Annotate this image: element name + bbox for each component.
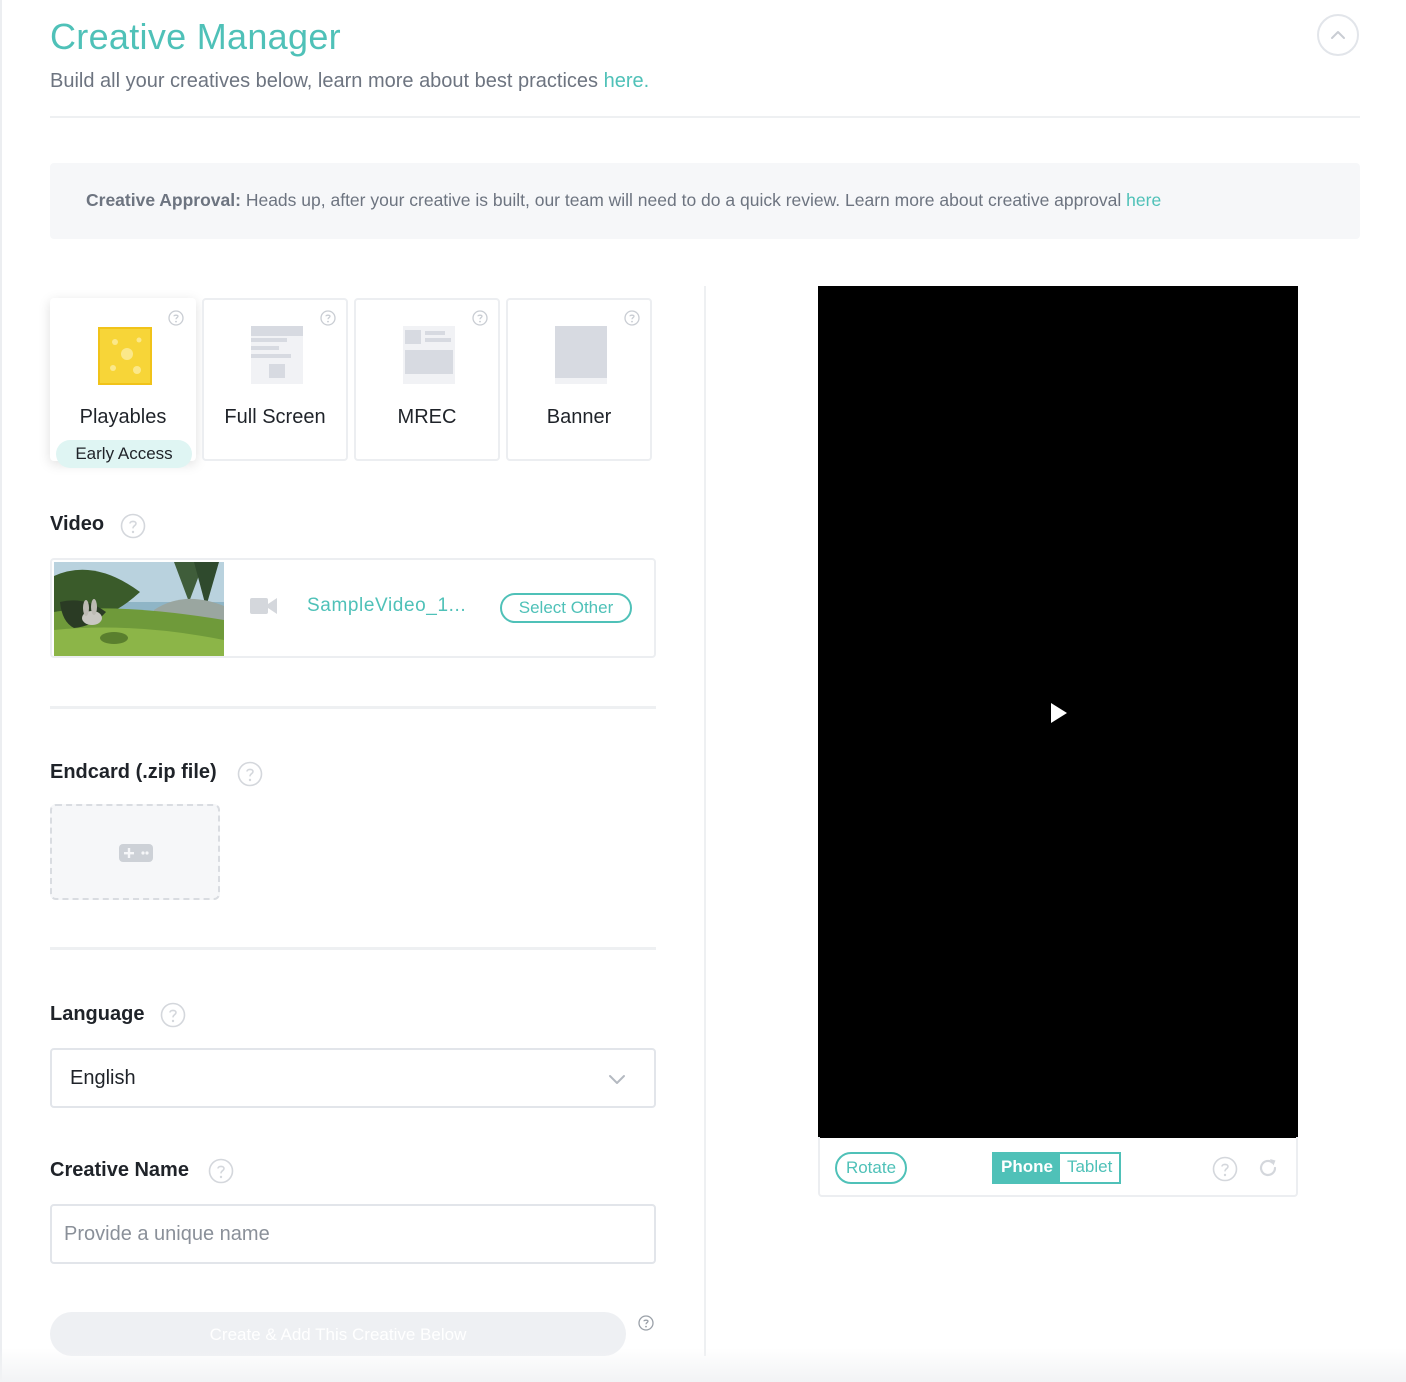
help-icon <box>168 310 184 326</box>
type-card-full-screen[interactable]: Full Screen <box>202 298 348 461</box>
notice-label: Creative Approval: <box>86 190 241 210</box>
subtitle-text: Build all your creatives below, learn mo… <box>50 70 604 92</box>
chevron-up-icon <box>1331 31 1345 39</box>
device-toggle: Phone Tablet <box>992 1152 1122 1184</box>
language-value: English <box>70 1067 136 1089</box>
help-icon <box>320 310 336 326</box>
rotate-button[interactable]: Rotate <box>835 1152 907 1184</box>
tablet-tab[interactable]: Tablet <box>1059 1154 1120 1182</box>
early-access-badge: Early Access <box>56 440 192 468</box>
full-screen-icon <box>251 326 303 384</box>
phone-tab[interactable]: Phone <box>994 1154 1060 1182</box>
creative-name-label: Creative Name <box>50 1159 189 1181</box>
chevron-down-icon <box>609 1075 625 1084</box>
refresh-icon[interactable] <box>1256 1156 1280 1180</box>
language-select[interactable]: English <box>50 1048 656 1108</box>
notice-body: Heads up, after your creative is built, … <box>240 190 1127 210</box>
banner-icon <box>555 326 607 384</box>
help-icon[interactable] <box>1212 1156 1238 1182</box>
video-camera-icon <box>250 598 277 614</box>
type-card-mrec[interactable]: MREC <box>354 298 500 461</box>
section-divider <box>50 706 656 709</box>
creative-name-help-icon[interactable] <box>208 1158 234 1184</box>
help-icon <box>624 310 640 326</box>
video-help-icon[interactable] <box>120 513 146 539</box>
playable-icon <box>98 327 152 385</box>
type-label: Playables <box>79 406 167 428</box>
type-card-playables[interactable]: Playables <box>50 298 196 461</box>
creative-name-input[interactable] <box>50 1204 656 1264</box>
collapse-button[interactable] <box>1317 14 1359 56</box>
video-selection: SampleVideo_1... Select Other <box>50 558 656 658</box>
video-thumbnail <box>54 562 224 656</box>
select-other-button[interactable]: Select Other <box>500 593 632 623</box>
column-divider <box>704 286 706 1356</box>
section-divider <box>50 947 656 950</box>
type-label: Full Screen <box>224 406 326 428</box>
type-card-banner[interactable]: Banner <box>506 298 652 461</box>
video-label: Video <box>50 513 105 535</box>
endcard-label: Endcard (.zip file) <box>50 761 217 783</box>
endcard-help-icon[interactable] <box>237 761 263 787</box>
header-divider <box>50 116 1360 118</box>
best-practices-link[interactable]: here. <box>604 70 650 92</box>
creative-approval-notice: Creative Approval: Heads up, after your … <box>50 163 1360 239</box>
left-edge <box>0 0 2 1382</box>
page-title: Creative Manager <box>50 16 341 57</box>
creative-approval-link[interactable]: here <box>1126 190 1161 210</box>
help-icon[interactable] <box>638 1315 654 1331</box>
create-creative-button[interactable]: Create & Add This Creative Below <box>50 1312 626 1356</box>
play-icon[interactable] <box>1050 702 1068 724</box>
help-icon <box>472 310 488 326</box>
mrec-icon <box>403 326 455 384</box>
notice-text: Creative Approval: Heads up, after your … <box>86 190 1161 211</box>
type-label: MREC <box>397 406 457 428</box>
language-label: Language <box>50 1003 145 1025</box>
endcard-upload-area[interactable] <box>50 804 220 900</box>
language-help-icon[interactable] <box>160 1002 186 1028</box>
type-label: Banner <box>546 406 612 428</box>
gamepad-icon <box>119 844 153 862</box>
creative-preview[interactable] <box>818 286 1298 1138</box>
page-subtitle: Build all your creatives below, learn mo… <box>50 70 649 93</box>
video-file-name[interactable]: SampleVideo_1... <box>307 595 466 617</box>
preview-controls: Rotate Phone Tablet <box>818 1137 1298 1197</box>
